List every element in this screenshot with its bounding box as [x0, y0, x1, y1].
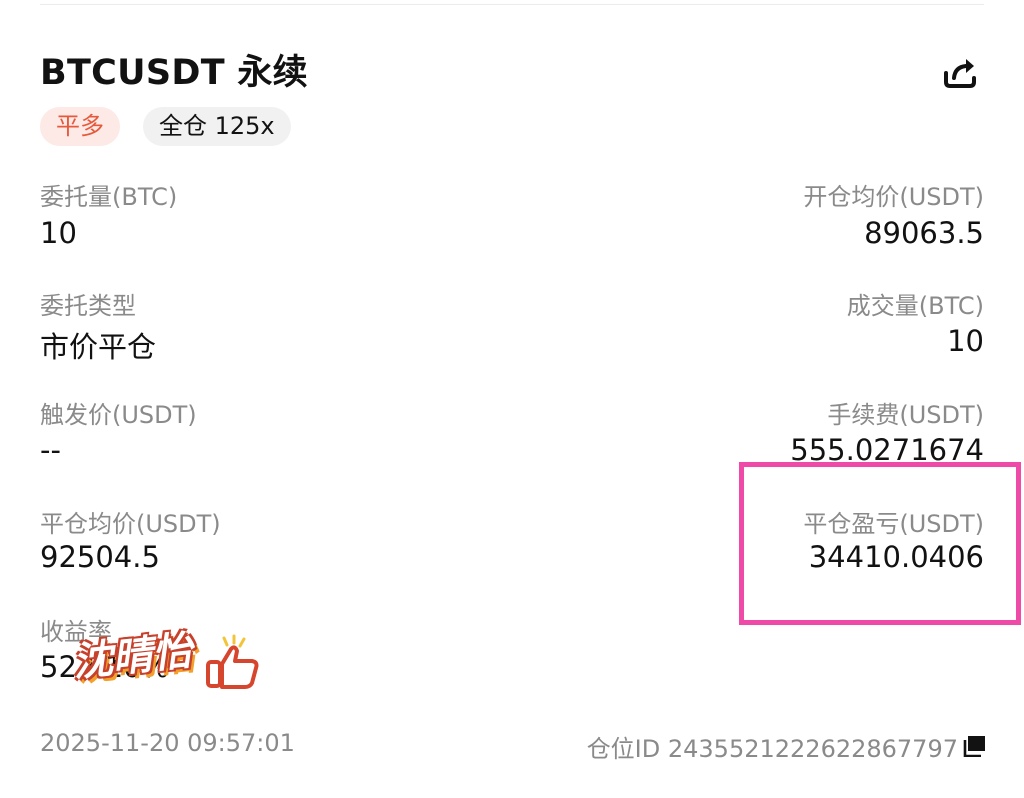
close-avg-price-value: 92504.5: [40, 540, 160, 574]
position-id: 仓位ID 2435521222622867797: [586, 735, 958, 763]
trigger-price-label: 触发价(USDT): [40, 401, 197, 429]
name-sticker: 沈晴怡: [62, 614, 267, 694]
order-qty-value: 10: [40, 216, 77, 250]
filled-qty-label: 成交量(BTC): [846, 292, 984, 320]
pnl-highlight-box: [739, 462, 1021, 625]
page-title: BTCUSDT 永续: [40, 53, 308, 93]
sticker-text: 沈晴怡: [70, 627, 195, 687]
open-avg-price-value: 89063.5: [864, 216, 984, 250]
open-avg-price-label: 开仓均价(USDT): [803, 183, 984, 211]
side-badge: 平多: [40, 107, 120, 146]
copy-icon[interactable]: [962, 735, 986, 757]
trigger-price-value: --: [40, 433, 61, 467]
order-type-value: 市价平仓: [40, 330, 157, 364]
thumbs-up-icon: [206, 634, 259, 689]
order-timestamp: 2025-11-20 09:57:01: [40, 729, 295, 757]
share-icon[interactable]: [940, 52, 980, 92]
fee-label: 手续费(USDT): [827, 401, 984, 429]
order-type-label: 委托类型: [40, 292, 136, 320]
top-divider: [40, 4, 984, 5]
close-avg-price-label: 平仓均价(USDT): [40, 510, 221, 538]
margin-mode-badge: 全仓 125x: [143, 107, 291, 146]
filled-qty-value: 10: [947, 324, 984, 358]
order-qty-label: 委托量(BTC): [40, 183, 178, 211]
